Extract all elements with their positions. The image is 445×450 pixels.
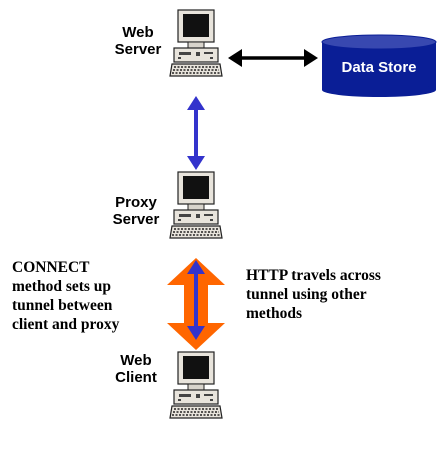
proxy-server-computer-icon	[169, 171, 223, 239]
data-store-cylinder: Data Store	[321, 34, 437, 97]
connect-note-line: CONNECT	[12, 259, 90, 276]
diagram-graphics: Data Store	[167, 9, 437, 419]
data-store-label: Data Store	[341, 59, 416, 76]
connect-note: CONNECT method sets up tunnel between cl…	[12, 258, 119, 334]
web-server-computer-icon	[169, 9, 223, 77]
web-server-label: Web Server	[110, 24, 166, 58]
proxy-server-label-line2: Server	[112, 211, 160, 228]
web-client-label: Web Client	[112, 352, 160, 386]
http-note-line: tunnel using other	[246, 286, 367, 303]
http-note: HTTP travels across tunnel using other m…	[246, 266, 381, 323]
http-note-line: methods	[246, 305, 302, 322]
proxy-server-label-line1: Proxy	[115, 194, 157, 211]
web-client-label-line2: Client	[115, 369, 157, 386]
connect-note-line: client and proxy	[12, 316, 120, 333]
http-note-line: HTTP travels across	[246, 267, 381, 284]
connect-note-line: tunnel between	[12, 297, 113, 314]
server-proxy-arrow	[187, 96, 205, 170]
server-store-arrow	[228, 49, 318, 67]
web-server-label-line2: Server	[114, 41, 162, 58]
connect-note-line: method sets up	[12, 278, 112, 295]
proxy-server-label: Proxy Server	[108, 194, 164, 228]
diagram-canvas: Data Store Web Server Proxy Server Web C…	[0, 0, 445, 450]
web-client-label-line1: Web	[120, 352, 152, 369]
web-client-computer-icon	[169, 351, 223, 419]
web-server-label-line1: Web	[122, 24, 154, 41]
